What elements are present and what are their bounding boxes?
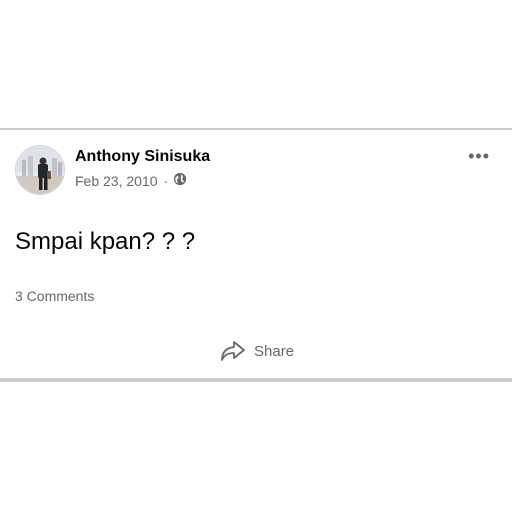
author-name[interactable]: Anthony Sinisuka (75, 148, 210, 166)
post-meta: Feb 23, 2010 · (75, 172, 187, 189)
share-arrow-icon (221, 341, 245, 361)
meta-separator: · (163, 172, 169, 189)
top-divider (0, 128, 512, 130)
share-label: Share (254, 342, 295, 360)
post-card: Anthony Sinisuka Feb 23, 2010 · ••• Smpa… (0, 128, 512, 382)
post-text: Smpai kpan? ? ? (15, 228, 196, 255)
bottom-divider (0, 378, 512, 382)
comments-count[interactable]: 3 Comments (15, 288, 94, 304)
more-options-icon[interactable]: ••• (468, 146, 490, 167)
share-button[interactable]: Share (220, 339, 294, 363)
post-date[interactable]: Feb 23, 2010 (75, 173, 158, 189)
avatar[interactable] (15, 145, 65, 195)
globe-icon (173, 172, 187, 189)
